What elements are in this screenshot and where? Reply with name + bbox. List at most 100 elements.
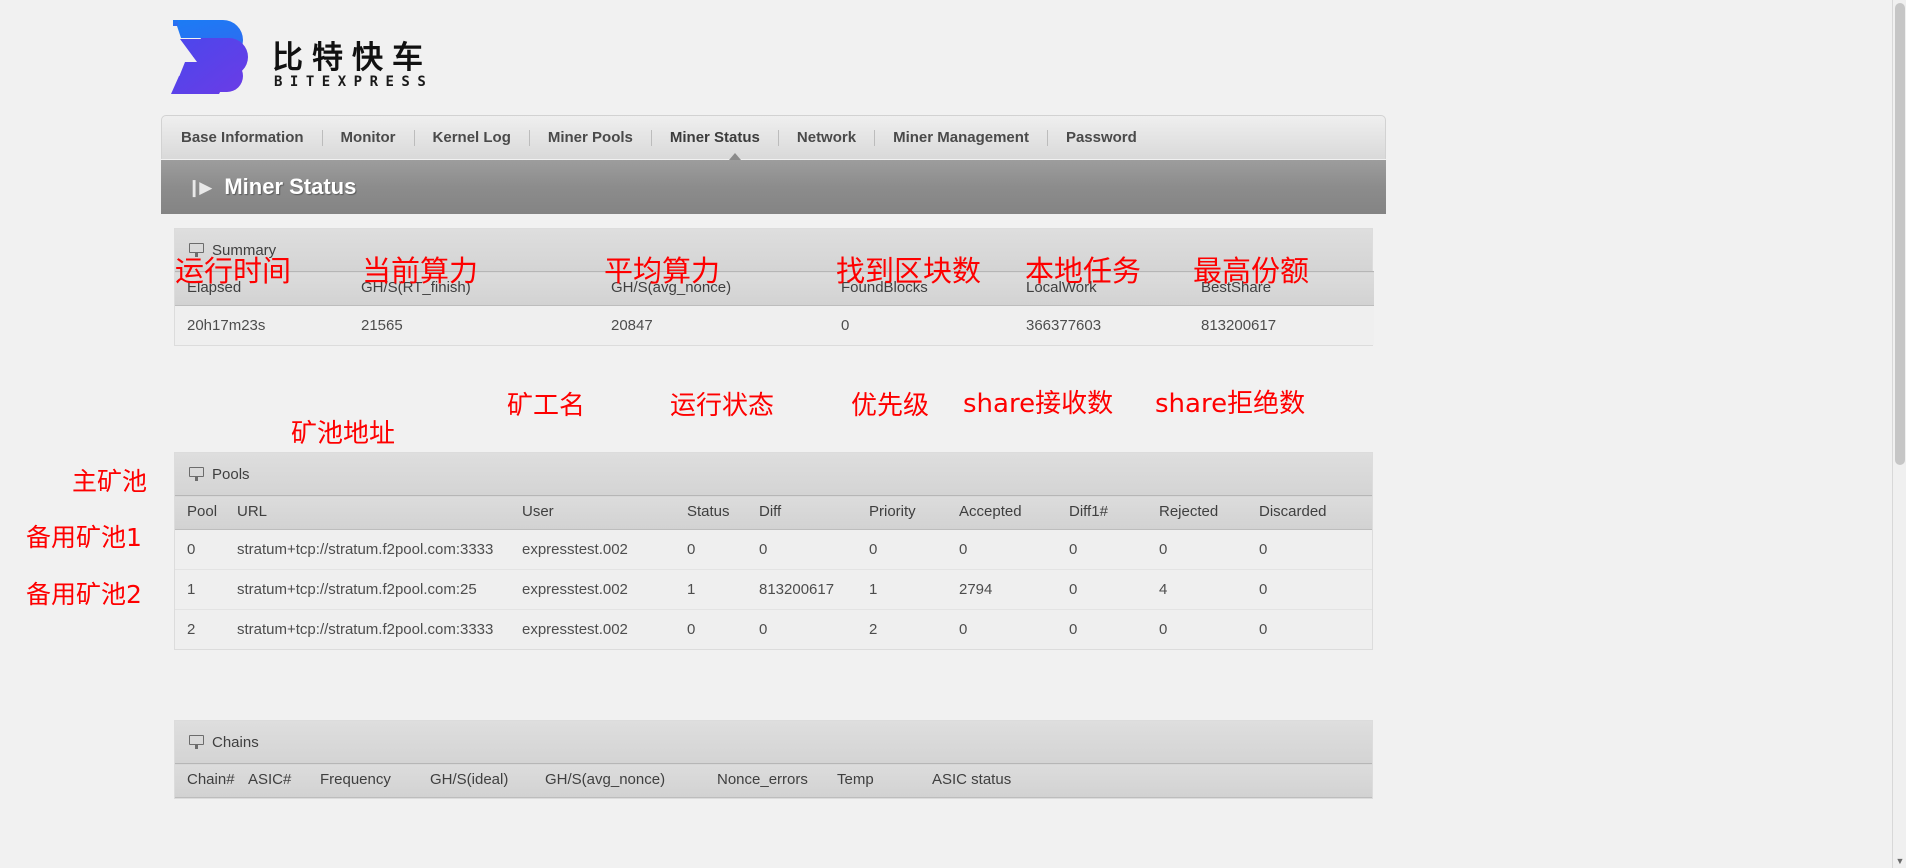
screen: 比特快车 BITEXPRESS Base Information Monitor… xyxy=(0,0,1920,868)
chains-table: Chain# ASIC# Frequency GH/S(ideal) GH/S(… xyxy=(175,763,1372,798)
summary-cell-bestshare: 813200617 xyxy=(1201,305,1374,345)
page-title: Miner Status xyxy=(224,174,357,199)
pools-col-url: URL xyxy=(237,495,522,530)
pool-cell-rejected: 0 xyxy=(1159,529,1259,570)
annotation-pool-status: 运行状态 xyxy=(670,391,775,421)
pools-col-discarded: Discarded xyxy=(1259,495,1372,530)
pool-cell-priority: 2 xyxy=(869,609,959,649)
pool-cell-diff: 813200617 xyxy=(759,569,869,610)
pool-cell-diff: 0 xyxy=(759,609,869,649)
pools-header-row: Pool URL User Status Diff Priority Accep… xyxy=(175,495,1372,530)
monitor-icon xyxy=(189,243,204,257)
pool-cell-accepted: 0 xyxy=(959,529,1069,570)
chains-col-avg-nonce: GH/S(avg_nonce) xyxy=(545,763,717,798)
nav-item-monitor[interactable]: Monitor xyxy=(323,129,414,146)
pool-cell-url: stratum+tcp://stratum.f2pool.com:25 xyxy=(237,569,522,610)
pool-cell-url: stratum+tcp://stratum.f2pool.com:3333 xyxy=(237,529,522,570)
summary-cell-elapsed: 20h17m23s xyxy=(175,305,361,345)
pools-table: Pool URL User Status Diff Priority Accep… xyxy=(175,495,1372,649)
monitor-icon xyxy=(189,467,204,481)
summary-col-localwork: LocalWork xyxy=(1026,271,1201,306)
left-gutter xyxy=(0,0,161,868)
pool-cell-discarded: 0 xyxy=(1259,609,1372,649)
annotation-pool-accepted: share接收数 xyxy=(963,389,1114,419)
pool-cell-rejected: 4 xyxy=(1159,569,1259,610)
pool-cell-priority: 0 xyxy=(869,529,959,570)
pool-cell-accepted: 2794 xyxy=(959,569,1069,610)
pools-col-priority: Priority xyxy=(869,495,959,530)
vertical-scrollbar[interactable]: ▲ ▼ xyxy=(1892,0,1906,868)
pool-cell-priority: 1 xyxy=(869,569,959,610)
pools-col-user: User xyxy=(522,495,687,530)
nav-item-miner-pools[interactable]: Miner Pools xyxy=(530,129,651,146)
nav-item-miner-management[interactable]: Miner Management xyxy=(875,129,1047,146)
pools-section-label: Pools xyxy=(212,465,250,483)
pool-cell-accepted: 0 xyxy=(959,609,1069,649)
pool-cell-user: expresstest.002 xyxy=(522,529,687,570)
pool-cell-user: expresstest.002 xyxy=(522,609,687,649)
pool-cell-pool: 2 xyxy=(175,609,237,649)
nav-item-base-information[interactable]: Base Information xyxy=(162,129,322,146)
summary-header-row: Elapsed GH/S(RT_finish) GH/S(avg_nonce) … xyxy=(175,271,1374,306)
pools-col-accepted: Accepted xyxy=(959,495,1069,530)
nav-item-network[interactable]: Network xyxy=(779,129,874,146)
page-title-bar: ❙▶ Miner Status xyxy=(161,160,1386,214)
annotation-pool-priority: 优先级 xyxy=(851,391,930,421)
table-row: 20h17m23s 21565 20847 0 366377603 813200… xyxy=(175,305,1374,345)
summary-col-rt-finish: GH/S(RT_finish) xyxy=(361,271,611,306)
chains-col-temp: Temp xyxy=(837,763,932,798)
pools-col-pool: Pool xyxy=(175,495,237,530)
scroll-down-arrow-icon[interactable]: ▼ xyxy=(1893,854,1906,868)
scrollbar-thumb[interactable] xyxy=(1895,3,1905,465)
chains-panel: Chains Chain# ASIC# Frequency GH/S(ideal… xyxy=(174,720,1373,799)
monitor-icon xyxy=(189,735,204,749)
pools-panel: Pools Pool URL User Status Diff Priority xyxy=(174,452,1373,650)
summary-section-label: Summary xyxy=(212,241,277,259)
summary-cell-avg-nonce: 20847 xyxy=(611,305,841,345)
double-chevron-icon: ❙▶ xyxy=(187,177,212,197)
summary-col-bestshare: BestShare xyxy=(1201,271,1374,306)
chains-section-label: Chains xyxy=(212,733,259,751)
nav-item-miner-status[interactable]: Miner Status xyxy=(652,129,778,146)
pool-cell-diff: 0 xyxy=(759,529,869,570)
summary-cell-localwork: 366377603 xyxy=(1026,305,1201,345)
chains-col-asic: ASIC# xyxy=(248,763,320,798)
brand-logo[interactable]: 比特快车 BITEXPRESS xyxy=(167,12,457,108)
chains-col-chain: Chain# xyxy=(175,763,248,798)
pools-col-rejected: Rejected xyxy=(1159,495,1259,530)
summary-cell-rt-finish: 21565 xyxy=(361,305,611,345)
pools-col-diff1: Diff1# xyxy=(1069,495,1159,530)
right-gutter xyxy=(1386,0,1906,868)
table-row: 2 stratum+tcp://stratum.f2pool.com:3333 … xyxy=(175,609,1372,649)
pool-cell-status: 0 xyxy=(687,609,759,649)
summary-col-avg-nonce: GH/S(avg_nonce) xyxy=(611,271,841,306)
annotation-pool-url: 矿池地址 xyxy=(291,419,396,449)
summary-col-foundblocks: FoundBlocks xyxy=(841,271,1026,306)
pool-cell-rejected: 0 xyxy=(1159,609,1259,649)
chains-panel-header: Chains xyxy=(175,721,1372,763)
brand-name-cn: 比特快车 xyxy=(272,40,432,76)
pool-cell-status: 0 xyxy=(687,529,759,570)
table-row: 0 stratum+tcp://stratum.f2pool.com:3333 … xyxy=(175,529,1372,570)
chains-header-row: Chain# ASIC# Frequency GH/S(ideal) GH/S(… xyxy=(175,763,1372,798)
nav-item-kernel-log[interactable]: Kernel Log xyxy=(415,129,529,146)
pools-col-status: Status xyxy=(687,495,759,530)
summary-panel: Summary Elapsed GH/S(RT_finish) GH/S(avg… xyxy=(174,228,1374,346)
pool-cell-diff1: 0 xyxy=(1069,569,1159,610)
chains-col-ideal: GH/S(ideal) xyxy=(430,763,545,798)
bitexpress-logo-icon xyxy=(171,20,248,94)
pool-cell-discarded: 0 xyxy=(1259,569,1372,610)
summary-panel-header: Summary xyxy=(175,229,1372,271)
chains-col-frequency: Frequency xyxy=(320,763,430,798)
active-tab-marker-icon xyxy=(729,153,741,160)
chains-col-nonce-errors: Nonce_errors xyxy=(717,763,837,798)
pools-panel-header: Pools xyxy=(175,453,1372,495)
pool-cell-pool: 0 xyxy=(175,529,237,570)
summary-table: Elapsed GH/S(RT_finish) GH/S(avg_nonce) … xyxy=(175,271,1374,345)
browser-content: 比特快车 BITEXPRESS Base Information Monitor… xyxy=(0,0,1906,868)
pools-col-diff: Diff xyxy=(759,495,869,530)
nav-item-password[interactable]: Password xyxy=(1048,129,1155,146)
pool-cell-discarded: 0 xyxy=(1259,529,1372,570)
pool-cell-user: expresstest.002 xyxy=(522,569,687,610)
pool-cell-diff1: 0 xyxy=(1069,609,1159,649)
